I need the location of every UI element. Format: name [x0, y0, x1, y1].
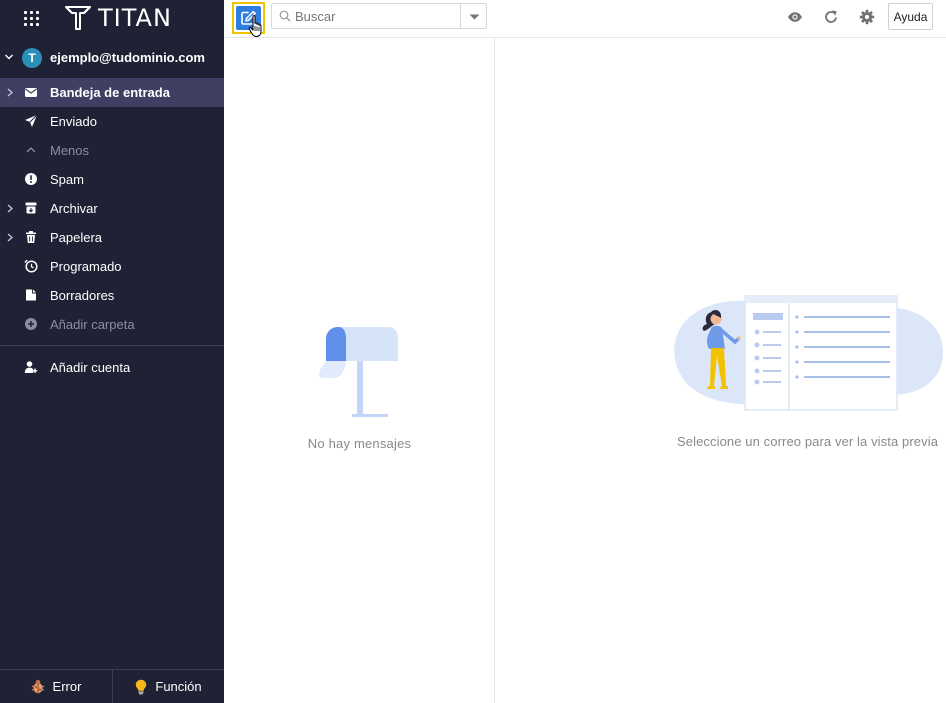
empty-mailbox-illustration — [319, 327, 398, 417]
add-user-icon — [24, 361, 38, 373]
sidebar: TITAN T ejemplo@tudominio.com Bandeja de… — [0, 0, 224, 703]
sidebar-item-drafts[interactable]: Borradores — [0, 281, 224, 310]
preview-empty-message: Seleccione un correo para ver la vista p… — [677, 434, 939, 449]
search-box[interactable] — [271, 3, 487, 29]
sidebar-item-label: Menos — [50, 143, 90, 158]
sidebar-item-label: Programado — [50, 259, 122, 274]
sidebar-item-label: Archivar — [50, 201, 98, 216]
report-error-button[interactable]: Error — [0, 670, 112, 703]
sidebar-item-scheduled[interactable]: Programado — [0, 252, 224, 281]
avatar: T — [22, 48, 42, 68]
sidebar-item-label: Papelera — [50, 230, 103, 245]
search-options-dropdown-icon[interactable] — [469, 14, 480, 20]
refresh-icon[interactable] — [823, 9, 839, 25]
sidebar-item-label: Bandeja de entrada — [50, 85, 170, 100]
chevron-right-icon[interactable] — [6, 88, 14, 97]
apps-grid-icon[interactable] — [24, 11, 39, 26]
add-account-button[interactable]: Añadir cuenta — [0, 353, 224, 382]
chevron-down-icon[interactable] — [4, 52, 14, 62]
chevron-right-icon[interactable] — [6, 233, 14, 242]
hand-cursor-icon — [248, 15, 262, 37]
archive-icon — [25, 202, 37, 214]
eye-icon[interactable] — [787, 9, 803, 25]
search-divider — [460, 4, 461, 28]
empty-list-message: No hay mensajes — [307, 436, 412, 451]
trash-icon — [26, 231, 36, 243]
envelope-icon — [25, 88, 37, 97]
top-toolbar: Ayuda — [224, 0, 946, 38]
add-account-label: Añadir cuenta — [50, 360, 131, 375]
brand-name: TITAN — [98, 4, 172, 32]
sidebar-item-label: Añadir carpeta — [50, 317, 135, 332]
titan-logo-icon — [65, 6, 91, 30]
sidebar-item-label: Enviado — [50, 114, 97, 129]
drafts-icon — [26, 289, 36, 301]
preview-placeholder-illustration — [674, 295, 943, 411]
report-error-label: Error — [52, 679, 82, 694]
sidebar-item-spam[interactable]: Spam — [0, 165, 224, 194]
help-button[interactable]: Ayuda — [888, 3, 933, 30]
feature-request-label: Función — [155, 679, 202, 694]
sidebar-divider — [0, 345, 224, 346]
sidebar-footer: Error Función — [0, 669, 224, 703]
account-email: ejemplo@tudominio.com — [50, 50, 205, 65]
sidebar-item-sent[interactable]: Enviado — [0, 107, 224, 136]
gear-icon[interactable] — [859, 9, 875, 25]
exclamation-circle-icon — [25, 173, 37, 185]
lightbulb-icon — [136, 679, 147, 694]
sidebar-item-label: Borradores — [50, 288, 115, 303]
sidebar-item-label: Spam — [50, 172, 84, 187]
titan-logo: TITAN — [64, 4, 172, 32]
add-folder-icon — [25, 318, 37, 330]
account-row[interactable]: T ejemplo@tudominio.com — [0, 45, 224, 71]
search-input[interactable] — [295, 7, 455, 25]
sidebar-item-add-folder[interactable]: Añadir carpeta — [0, 310, 224, 339]
sidebar-item-less[interactable]: Menos — [0, 136, 224, 165]
sidebar-item-inbox[interactable]: Bandeja de entrada — [0, 78, 224, 107]
bug-icon — [31, 679, 44, 694]
brand-bar: TITAN — [0, 0, 224, 36]
feature-request-button[interactable]: Función — [112, 670, 224, 703]
paper-plane-icon — [25, 114, 38, 127]
sidebar-item-archive[interactable]: Archivar — [0, 194, 224, 223]
search-icon — [279, 10, 291, 22]
chevron-up-icon — [26, 147, 36, 153]
folder-list: Bandeja de entrada Enviado Menos Spam Ar… — [0, 78, 224, 339]
message-list-pane: No hay mensajes — [224, 38, 495, 703]
scheduled-clock-icon — [24, 259, 38, 273]
preview-pane: Seleccione un correo para ver la vista p… — [495, 38, 946, 703]
sidebar-item-trash[interactable]: Papelera — [0, 223, 224, 252]
chevron-right-icon[interactable] — [6, 204, 14, 213]
